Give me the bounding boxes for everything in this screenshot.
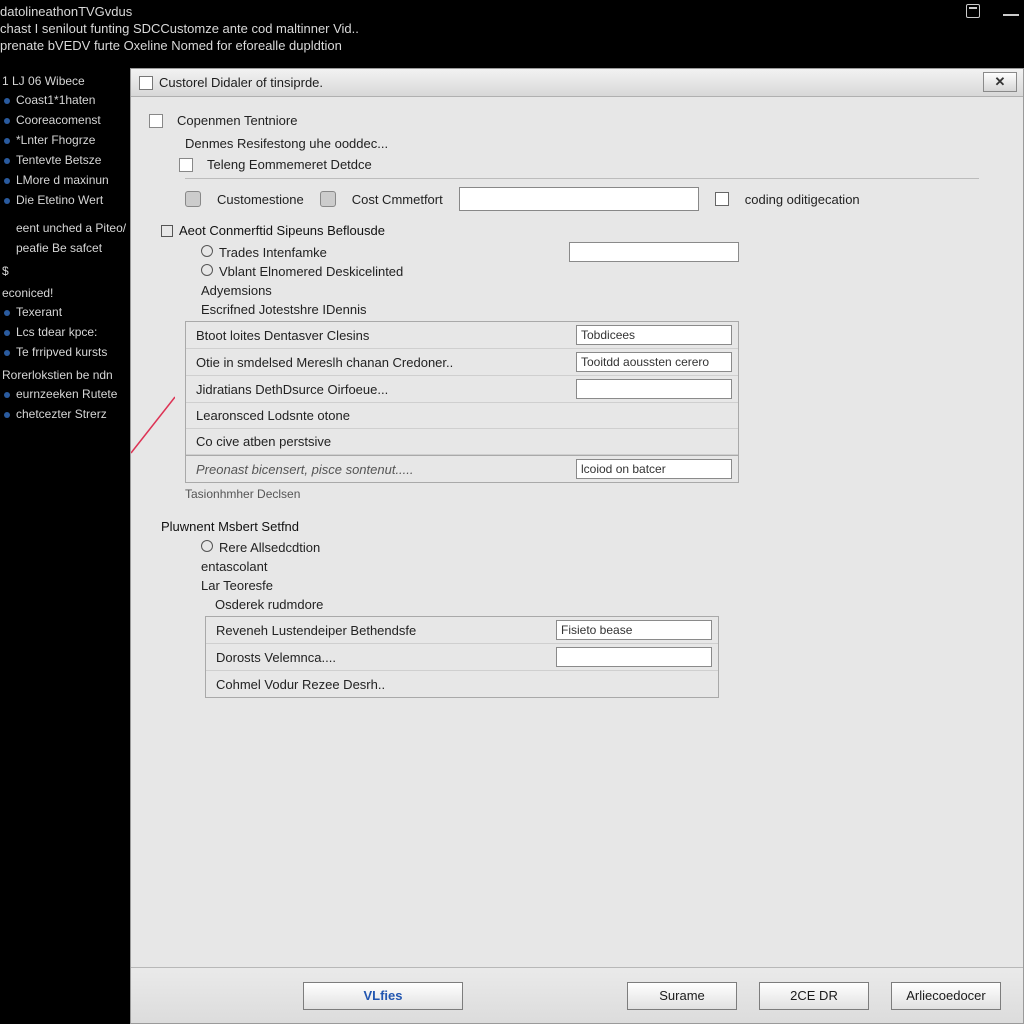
section-b-heading[interactable]: Pluwnent Msbert Setfnd [161,519,999,534]
sidebar-item[interactable]: Cooreacomenst [0,110,130,130]
sidebar-item[interactable]: *Lnter Fhogrze [0,130,130,150]
top-item-1[interactable]: Copenmen Tentniore [177,111,297,130]
section-b-row[interactable]: entascolant [201,557,268,576]
header-line-1: datolineathonTVGvdus [0,4,1016,19]
cost-icon [320,191,336,207]
footer-button-save[interactable]: Surame [627,982,737,1010]
window-header: datolineathonTVGvdus chast I senilout fu… [0,0,1024,68]
dialog-footer: VLfies Surame 2CE DR Arliecoedocer [131,967,1023,1023]
grid-value[interactable]: Tooitdd aoussten cerero [576,352,732,372]
sidebar-item[interactable]: chetcezter Strerz [0,404,130,424]
section-a-input[interactable] [569,242,739,262]
grid-row[interactable]: Dorosts Velemnca.... [206,644,718,671]
properties-grid-1: Btoot loites Dentasver Clesins Tobdicees… [185,321,739,483]
top-item-2[interactable]: Denmes Resifestong uhe ooddec... [185,134,388,153]
radio-icon [201,540,213,552]
toolbar-row: Customestione Cost Cmmetfort coding odit… [185,187,999,211]
custom-icon [185,191,201,207]
grid-value[interactable] [556,647,712,667]
document-icon [139,76,153,90]
grid-row[interactable]: Learonsced Lodsnte otone [186,403,738,429]
grid-row[interactable]: Jidratians DethDsurce Oirfoeue... [186,376,738,403]
header-line-3: prenate bVEDV furte Oxeline Nomed for ef… [0,38,1016,53]
check-icon [161,225,173,237]
section-a-row[interactable]: Vblant Elnomered Deskicelinted [201,262,403,281]
section-a-row[interactable]: Escrifned Jotestshre IDennis [201,300,366,319]
section-b-row[interactable]: Rere Allsedcdtion [201,538,320,557]
sidebar-item[interactable]: Texerant [0,302,130,322]
radio-icon [201,245,213,257]
sidebar-item[interactable]: Lcs tdear kpce: [0,322,130,342]
section-b-row[interactable]: Lar Teoresfe [201,576,273,595]
sidebar-group-0[interactable]: 1 LJ 06 Wibece [0,68,130,90]
sidebar: 1 LJ 06 Wibece Coast1*1haten Cooreacomen… [0,68,130,1024]
footer-button-4[interactable]: Arliecoedocer [891,982,1001,1010]
close-button[interactable]: ✕ [983,72,1017,92]
dialog-content: Copenmen Tentniore Denmes Resifestong uh… [131,97,1023,967]
sidebar-item[interactable]: peafie Be safcet [0,238,130,258]
dialog-panel: Custorel Didaler of tinsiprde. ✕ Copenme… [130,68,1024,1024]
sidebar-group-4[interactable]: Rorerlokstien be ndn [0,362,130,384]
sidebar-item[interactable]: Die Etetino Wert [0,190,130,210]
grid-value[interactable]: Fisieto bease [556,620,712,640]
grid-row[interactable]: Co cive atben perstsive [186,429,738,455]
radio-icon [201,264,213,276]
minimize-icon[interactable] [1002,2,1020,20]
grid-row[interactable]: Cohmel Vodur Rezee Desrh.. [206,671,718,697]
sidebar-item[interactable]: Tentevte Betsze [0,150,130,170]
sidebar-group-3[interactable]: econiced! [0,280,130,302]
sidebar-group-1 [0,210,130,218]
section-a-heading[interactable]: Aeot Conmerftid Sipeuns Beflousde [161,223,999,238]
grid-row[interactable]: Otie in smdelsed Mereslh chanan Credoner… [186,349,738,376]
toolbar-button-1[interactable]: Customestione [217,190,304,209]
toolbar-input[interactable] [459,187,699,211]
page-icon [179,158,193,172]
section-a-row[interactable]: Adyemsions [201,281,272,300]
grid-value[interactable]: lcoiod on batcer [576,459,732,479]
grid-row-footer[interactable]: Preonast bicensert, pisce sontenut..... … [186,455,738,482]
sidebar-item[interactable]: Te frripved kursts [0,342,130,362]
section-b-row[interactable]: Osderek rudmdore [215,595,323,614]
properties-grid-2: Reveneh Lustendeiper Bethendsfe Fisieto … [205,616,719,698]
grid-row[interactable]: Btoot loites Dentasver Clesins Tobdicees [186,322,738,349]
footer-button-3[interactable]: 2CE DR [759,982,869,1010]
notify-icon[interactable] [964,2,982,20]
header-line-2: chast I senilout funting SDCCustomze ant… [0,21,1016,36]
top-item-3[interactable]: Teleng Eommemeret Detdce [207,155,372,174]
grid-caption: Tasionhmher Declsen [185,485,300,503]
grid-value[interactable] [576,379,732,399]
grid-row[interactable]: Reveneh Lustendeiper Bethendsfe Fisieto … [206,617,718,644]
dialog-titlebar: Custorel Didaler of tinsiprde. ✕ [131,69,1023,97]
sidebar-item[interactable]: LMore d maxinun [0,170,130,190]
section-a-row[interactable]: Trades Intenfamke [201,243,327,262]
sidebar-item[interactable]: eent unched a Piteo/ [0,218,130,238]
sidebar-group-2: $ [0,258,130,280]
dialog-title: Custorel Didaler of tinsiprde. [159,75,323,90]
grid-value[interactable]: Tobdicees [576,325,732,345]
toolbar-checkbox-label: coding oditigecation [745,190,860,209]
sidebar-item[interactable]: eurnzeeken Rutete [0,384,130,404]
footer-button-1[interactable]: VLfies [303,982,463,1010]
toolbar-button-2[interactable]: Cost Cmmetfort [352,190,443,209]
sidebar-item[interactable]: Coast1*1haten [0,90,130,110]
toolbar-checkbox[interactable] [715,192,729,206]
page-icon [149,114,163,128]
